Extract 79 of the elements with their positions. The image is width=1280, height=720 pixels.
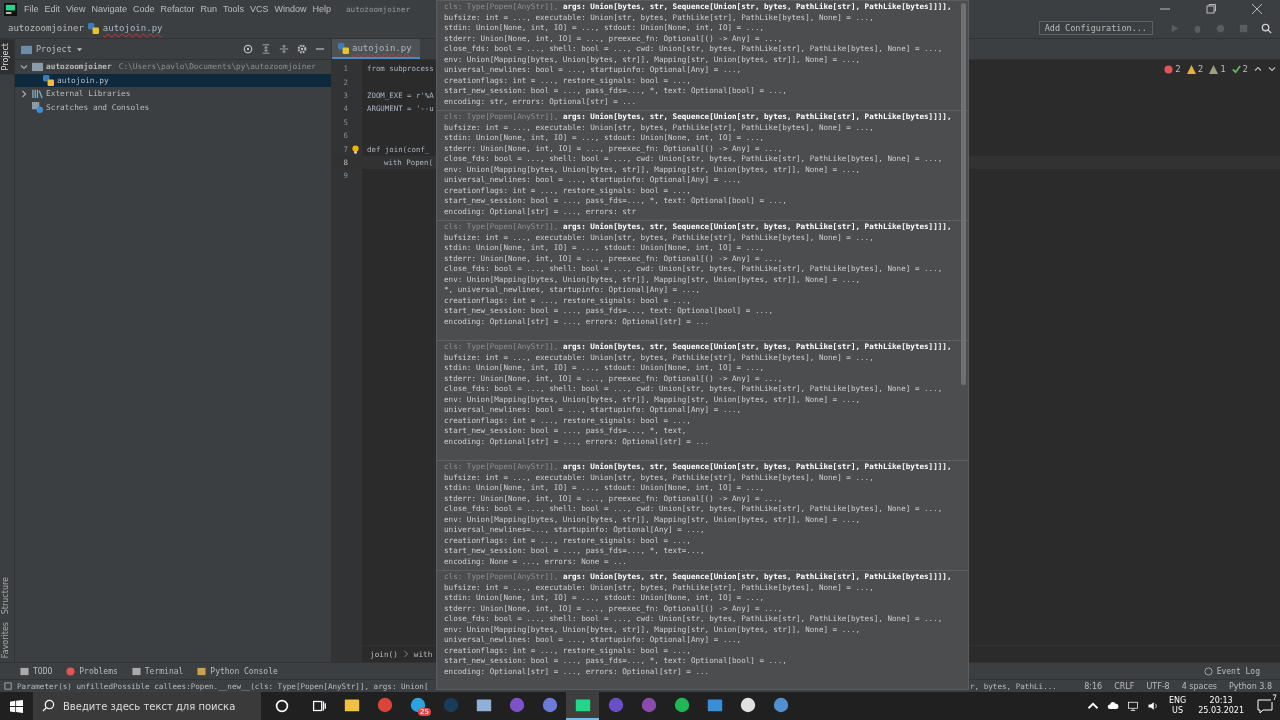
- clock[interactable]: 20:13 25.03.2021: [1198, 696, 1244, 716]
- collapse-all-icon[interactable]: [279, 44, 289, 54]
- search-icon: [42, 699, 55, 712]
- start-button[interactable]: [10, 699, 23, 713]
- ok-count[interactable]: 2: [1231, 64, 1248, 74]
- menu-item[interactable]: Refactor: [157, 4, 198, 14]
- expand-all-icon[interactable]: [261, 44, 271, 54]
- app-icon: [408, 696, 427, 714]
- bulb-icon[interactable]: [350, 144, 360, 154]
- menu-item[interactable]: Navigate: [88, 4, 130, 14]
- folder-icon: [32, 61, 43, 73]
- close-icon[interactable]: [1252, 4, 1262, 14]
- tool-window-button[interactable]: TODO: [20, 666, 53, 676]
- status-item[interactable]: UTF-8: [1146, 681, 1170, 691]
- tool-window-button[interactable]: Terminal: [131, 666, 184, 676]
- volume-icon[interactable]: [1146, 700, 1159, 712]
- menu-item[interactable]: File: [21, 4, 42, 14]
- tray-caret-icon[interactable]: [1086, 700, 1099, 712]
- search-icon[interactable]: [1261, 22, 1272, 34]
- folder-icon: [21, 43, 32, 55]
- taskbar-search-field[interactable]: Введите здесь текст для поиска: [33, 692, 261, 720]
- cloud-icon[interactable]: [1106, 700, 1119, 712]
- tool-window-tab[interactable]: Structure: [0, 572, 14, 618]
- app-icon: [507, 696, 526, 714]
- app-icon: [771, 696, 790, 714]
- app-icon: [606, 696, 625, 714]
- library-icon: [32, 88, 43, 100]
- panel-title[interactable]: Project: [36, 44, 72, 54]
- status-item[interactable]: Python 3.8: [1229, 681, 1272, 691]
- python-file-icon: [338, 42, 349, 54]
- tool-window-tab[interactable]: Favorites: [0, 617, 14, 662]
- menu-item[interactable]: Window: [271, 4, 310, 14]
- locate-icon[interactable]: [243, 44, 253, 54]
- maximize-icon[interactable]: [1206, 4, 1216, 14]
- network-icon[interactable]: [1126, 700, 1139, 712]
- app-icon: [738, 696, 757, 714]
- next-icon[interactable]: [1268, 65, 1276, 73]
- breadcrumb-item[interactable]: autojoin.py: [102, 23, 163, 33]
- circle-icon: [1203, 666, 1213, 676]
- event-log-button[interactable]: Event Log: [1203, 666, 1260, 676]
- app-icon: [441, 696, 460, 714]
- app-icon: [639, 696, 658, 714]
- settings-icon[interactable]: [297, 44, 307, 54]
- dropdown-caret-icon[interactable]: [75, 45, 83, 53]
- python-file-icon: [87, 22, 99, 34]
- menu-item[interactable]: Help: [309, 4, 335, 14]
- notification-icon[interactable]: [1257, 698, 1273, 714]
- chevron-icon: [402, 650, 409, 658]
- tool-window-tab[interactable]: Project: [0, 39, 14, 75]
- editor-tab[interactable]: autojoin.py: [332, 39, 420, 59]
- app-icon: [540, 696, 559, 714]
- error-icon: [66, 666, 76, 676]
- breadcrumb-item[interactable]: autozoomjoiner: [8, 23, 84, 33]
- app-icon: [672, 696, 691, 714]
- previous-icon[interactable]: [1254, 65, 1262, 73]
- app-icon: [375, 696, 394, 714]
- menu-item[interactable]: Tools: [219, 4, 247, 14]
- window-icon: [20, 666, 29, 676]
- menu-item[interactable]: View: [63, 4, 89, 14]
- menu-item[interactable]: Run: [197, 4, 220, 14]
- tool-window-button[interactable]: Problems: [66, 666, 118, 676]
- menu-item[interactable]: VCS: [247, 4, 272, 14]
- status-item[interactable]: 4 spaces: [1181, 681, 1217, 691]
- menu-item[interactable]: Edit: [41, 4, 64, 14]
- python-file-icon: [43, 74, 54, 86]
- message-icon: [4, 681, 13, 691]
- menu-item[interactable]: Code: [129, 4, 158, 14]
- language-indicator[interactable]: ENG US: [1168, 696, 1187, 716]
- run-configuration-button[interactable]: Add Configuration...: [1038, 21, 1153, 35]
- tool-window-button[interactable]: Python Console: [197, 666, 278, 676]
- cortana-icon[interactable]: [273, 697, 291, 715]
- scrollbar[interactable]: [961, 3, 966, 385]
- status-item[interactable]: CRLF: [1114, 681, 1135, 691]
- window-icon: [131, 666, 141, 676]
- taskbar-button[interactable]: [566, 692, 599, 720]
- status-item[interactable]: 8:16: [1084, 681, 1103, 691]
- scratch-icon: [32, 101, 43, 113]
- window-icon: [197, 666, 207, 676]
- app-logo-icon: [4, 2, 17, 16]
